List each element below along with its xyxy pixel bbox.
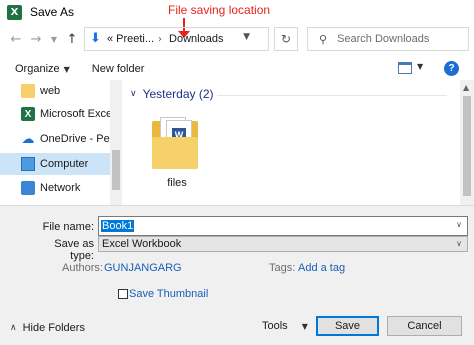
chevron-down-icon[interactable]: ∨ (456, 220, 462, 229)
authors-value[interactable]: GUNJANGARG (104, 262, 182, 274)
sidebar-item-computer[interactable]: Computer (0, 153, 110, 175)
excel-icon: X (21, 107, 35, 121)
arrow-up-icon: ↑ (66, 31, 78, 47)
refresh-icon: ↻ (280, 32, 292, 46)
search-icon: ⚲ (319, 32, 328, 46)
save-as-type-value: Excel Workbook (102, 238, 182, 250)
save-thumbnail-label[interactable]: Save Thumbnail (129, 288, 208, 300)
tools-label: Tools (262, 320, 288, 332)
search-box[interactable]: ⚲ Search Downloads (307, 27, 469, 51)
cancel-button[interactable]: Cancel (387, 316, 462, 336)
save-button[interactable]: Save (316, 316, 379, 336)
recent-locations-button[interactable]: ▼ (44, 29, 64, 49)
window-title: Save As (30, 5, 75, 19)
chevron-down-icon: ▼ (301, 321, 308, 331)
address-segment-downloads[interactable]: Downloads (169, 33, 223, 45)
scroll-up-icon[interactable]: ▲ (463, 83, 469, 92)
view-options-icon[interactable] (398, 62, 412, 74)
authors-label: Authors: (62, 262, 103, 274)
refresh-button[interactable]: ↻ (274, 27, 298, 51)
arrow-right-icon: → (30, 31, 42, 47)
file-name-label: File name: (42, 221, 94, 233)
back-button[interactable]: ← (6, 29, 26, 49)
address-overflow[interactable]: « (107, 33, 113, 45)
tags-label: Tags: (269, 262, 296, 274)
sidebar-item-label: Microsoft Excel (40, 108, 110, 120)
save-form-panel: File name: Book1 ∨ Save as type: Excel W… (0, 205, 474, 345)
up-button[interactable]: ↑ (62, 29, 82, 49)
address-dropdown-icon[interactable]: ▼ (243, 32, 250, 42)
save-as-type-label: Save as type: (54, 238, 94, 262)
arrow-left-icon: ← (10, 31, 22, 47)
sidebar-item-label: OneDrive - Persor (40, 133, 110, 145)
group-divider (217, 95, 447, 96)
excel-app-icon: X (7, 4, 22, 20)
address-segment-user[interactable]: Preeti... (116, 33, 154, 45)
folder-icon (21, 84, 35, 98)
hide-folders-label: Hide Folders (22, 322, 85, 334)
annotation-label: File saving location (168, 3, 271, 17)
save-as-type-select[interactable]: Excel Workbook ∨ (98, 236, 468, 252)
hide-folders-toggle[interactable]: ∧ Hide Folders (10, 322, 85, 334)
sidebar-item-network[interactable]: Network (0, 177, 110, 199)
sidebar-item-label: Network (40, 182, 81, 194)
sidebar-item-microsoft-excel[interactable]: X Microsoft Excel (0, 103, 110, 125)
sidebar-item-web[interactable]: web (0, 80, 110, 102)
network-icon (21, 181, 35, 195)
forward-button[interactable]: → (26, 29, 46, 49)
download-arrow-icon: ⬇ (90, 31, 101, 46)
sidebar-scrollbar[interactable] (110, 80, 122, 205)
file-name-input[interactable]: Book1 ∨ (98, 216, 468, 236)
chevron-down-icon[interactable]: ▼ (417, 62, 423, 71)
file-name-value[interactable]: Book1 (101, 220, 135, 232)
command-toolbar: Organize ▼ New folder ▼ ? (0, 58, 474, 80)
chevron-down-icon: ▼ (50, 34, 58, 44)
address-bar[interactable]: ⬇ « Preeti... › Downloads ▼ (84, 27, 269, 51)
sidebar-scrollbar-thumb[interactable] (112, 150, 120, 190)
file-item-label: files (167, 177, 187, 189)
folder-with-documents-icon: W (152, 115, 198, 171)
chevron-right-icon[interactable]: › (158, 34, 162, 45)
sidebar-item-label: web (40, 85, 61, 97)
chevron-down-icon: ▼ (63, 65, 70, 74)
organize-label: Organize (15, 63, 60, 75)
file-item[interactable]: W files (148, 115, 206, 195)
file-list-scrollbar[interactable]: ▲ (460, 80, 474, 205)
chevron-down-icon[interactable]: ∨ (456, 239, 462, 248)
organize-menu[interactable]: Organize ▼ (15, 63, 70, 75)
onedrive-icon: ☁ (21, 131, 35, 147)
chevron-up-icon: ∧ (10, 323, 17, 333)
tags-input[interactable]: Add a tag (298, 262, 345, 274)
sidebar-item-label: Computer (40, 158, 89, 170)
help-icon[interactable]: ? (444, 61, 459, 76)
new-folder-button[interactable]: New folder (92, 63, 145, 75)
file-list: ∨ Yesterday (2) W files ▲ (122, 80, 474, 205)
sidebar-item-onedrive[interactable]: ☁ OneDrive - Persor (0, 128, 111, 150)
navigation-pane: web X Microsoft Excel ☁ OneDrive - Perso… (0, 80, 122, 205)
save-thumbnail-checkbox[interactable] (118, 289, 128, 299)
file-list-scrollbar-thumb[interactable] (463, 96, 471, 196)
computer-icon (21, 157, 35, 171)
group-header-yesterday[interactable]: ∨ Yesterday (2) (130, 87, 214, 101)
search-placeholder[interactable]: Search Downloads (337, 33, 429, 45)
group-heading-label: Yesterday (2) (142, 87, 214, 101)
navigation-bar: ← → ▼ ↑ ⬇ « Preeti... › Downloads ▼ ↻ ⚲ … (0, 27, 474, 55)
tools-menu[interactable]: Tools ▼ (262, 320, 308, 332)
chevron-down-icon[interactable]: ∨ (130, 89, 137, 99)
